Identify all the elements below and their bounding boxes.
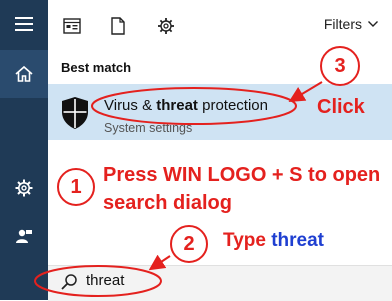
apps-icon	[63, 18, 81, 34]
home-icon	[15, 65, 33, 82]
settings-gear-icon	[15, 179, 33, 197]
apps-filter-button[interactable]	[62, 16, 82, 36]
step1-badge: 1	[57, 168, 95, 206]
best-match-heading: Best match	[61, 60, 132, 75]
step3-badge: 3	[320, 46, 360, 86]
settings-button[interactable]	[0, 164, 48, 212]
gear-icon	[158, 18, 174, 34]
search-input[interactable]: threat	[86, 272, 124, 289]
menu-button[interactable]	[0, 0, 48, 48]
filters-label: Filters	[323, 16, 362, 32]
search-toolbar: Filters	[48, 0, 392, 50]
step1-line2: search dialog	[103, 192, 232, 214]
chevron-down-icon	[368, 21, 378, 27]
result-title-highlight: threat	[156, 97, 198, 114]
left-rail	[0, 0, 48, 300]
documents-filter-button[interactable]	[108, 16, 128, 36]
result-title-prefix: Virus &	[104, 97, 157, 114]
step2-keyword: threat	[271, 230, 325, 251]
settings-filter-button[interactable]	[156, 16, 176, 36]
result-title: Virus & threat protection	[104, 97, 268, 114]
home-button[interactable]	[0, 50, 48, 98]
shield-icon	[62, 97, 88, 129]
step2-prefix: Type	[223, 230, 272, 251]
filters-dropdown[interactable]: Filters	[324, 16, 378, 32]
hamburger-menu-icon	[15, 17, 33, 31]
user-feedback-icon	[16, 229, 32, 243]
document-icon	[111, 17, 125, 35]
search-icon	[61, 274, 77, 290]
result-title-suffix: protection	[197, 97, 268, 114]
step3-label: Click	[317, 96, 365, 118]
step2-badge: 2	[170, 225, 208, 263]
step2-label: Type threat	[223, 230, 324, 252]
feedback-button[interactable]	[0, 212, 48, 260]
step1-line1: Press WIN LOGO + S to open	[103, 164, 381, 186]
result-subtitle: System settings	[104, 121, 193, 135]
